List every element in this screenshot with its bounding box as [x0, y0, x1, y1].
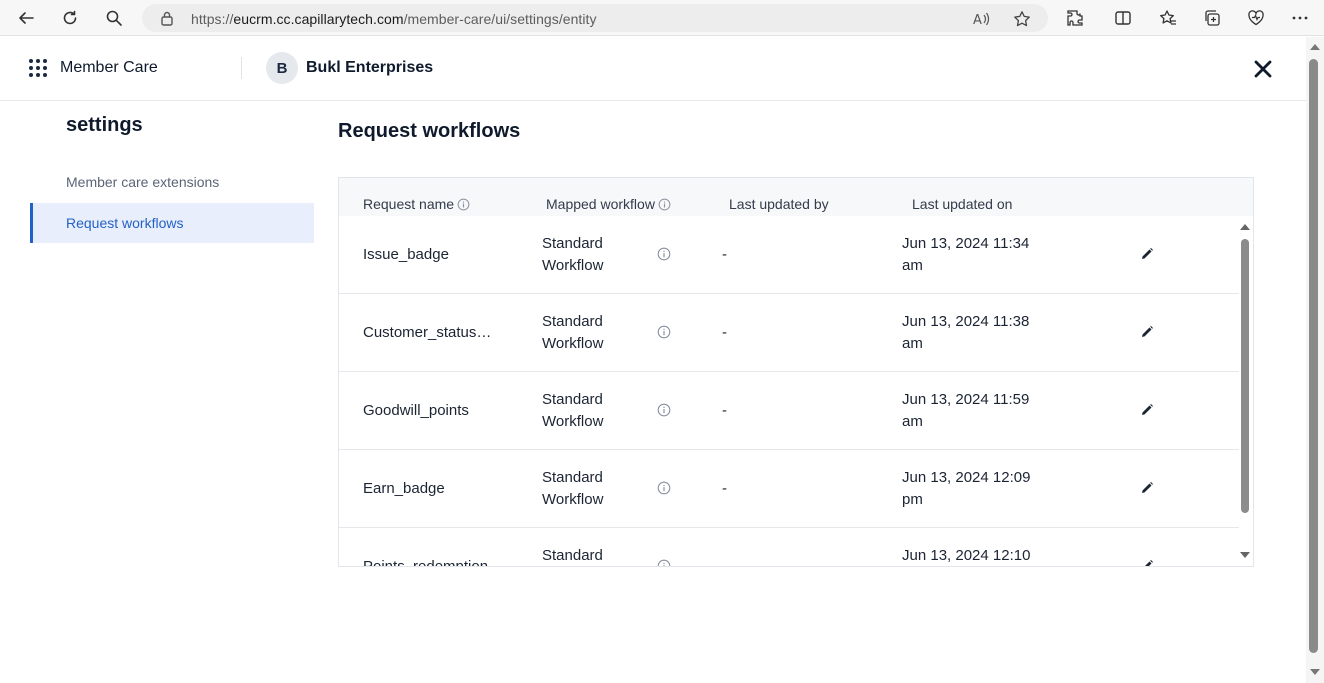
workflow-info-icon[interactable] [657, 481, 671, 495]
info-icon[interactable] [658, 198, 671, 211]
app-launcher-grid-icon[interactable] [29, 59, 47, 77]
column-header-label: Last updated on [912, 196, 1013, 212]
page-scrollbar-thumb[interactable] [1309, 59, 1318, 653]
column-header-mapped-workflow: Mapped workflow [546, 196, 671, 212]
table-scroll-down-arrow[interactable] [1240, 552, 1250, 558]
last-updated-on-cell: Jun 13, 2024 11:38 am [902, 313, 1030, 352]
table-row: Points_redemption Standard Workflow - Ju… [339, 528, 1239, 566]
table-row: Customer_status_... Standard Workflow - … [339, 294, 1239, 372]
back-icon[interactable] [14, 6, 38, 30]
workflow-info-icon[interactable] [657, 403, 671, 417]
edit-pencil-icon[interactable] [1140, 481, 1154, 495]
header-divider [241, 57, 242, 79]
sidebar-item-label: Request workflows [66, 215, 184, 231]
edit-pencil-icon[interactable] [1140, 325, 1154, 339]
page-scrollbar[interactable] [1306, 37, 1324, 683]
workflow-info-icon[interactable] [657, 247, 671, 261]
table-scroll-up-arrow[interactable] [1240, 224, 1250, 230]
close-icon[interactable] [1251, 57, 1275, 81]
last-updated-by-cell: - [722, 402, 727, 419]
url-host: eucrm.cc.capillarytech.com [233, 11, 404, 27]
address-bar[interactable]: https://eucrm.cc.capillarytech.com/membe… [142, 4, 1048, 32]
app-title: Member Care [60, 59, 158, 76]
last-updated-by-cell: - [722, 480, 727, 497]
browser-toolbar: https://eucrm.cc.capillarytech.com/membe… [0, 0, 1324, 36]
column-header-label: Request name [363, 196, 455, 212]
split-screen-icon[interactable] [1111, 6, 1135, 30]
request-name-cell: Points_redemption [363, 556, 495, 566]
table-row: Issue_badge Standard Workflow - Jun 13, … [339, 216, 1239, 294]
scroll-up-arrow[interactable] [1310, 44, 1320, 50]
workflows-table: Request name Mapped workflow Last update… [338, 177, 1254, 567]
last-updated-on-cell: Jun 13, 2024 11:59 am [902, 391, 1030, 430]
column-header-label: Last updated by [729, 196, 829, 212]
sidebar-item-member-care-extensions[interactable]: Member care extensions [30, 162, 314, 202]
request-name-cell: Issue_badge [363, 246, 449, 263]
sidebar-item-request-workflows[interactable]: Request workflows [30, 203, 314, 243]
browser-essentials-icon[interactable] [1244, 6, 1268, 30]
favorite-star-icon[interactable] [1013, 10, 1031, 28]
sidebar-item-label: Member care extensions [66, 174, 220, 190]
svg-text:A: A [973, 13, 982, 28]
url-path: /member-care/ui/settings/entity [403, 11, 597, 27]
column-header-label: Mapped workflow [546, 196, 655, 212]
scroll-down-arrow[interactable] [1310, 669, 1320, 675]
more-menu-icon[interactable] [1288, 6, 1312, 30]
column-header-request-name: Request name [363, 196, 470, 212]
last-updated-by-cell: - [722, 556, 727, 566]
table-scrollbar[interactable] [1239, 222, 1253, 566]
collections-icon[interactable] [1200, 6, 1224, 30]
extensions-icon[interactable] [1063, 6, 1087, 30]
mapped-workflow-cell: Standard Workflow [542, 547, 603, 564]
last-updated-by-cell: - [722, 324, 727, 341]
lock-icon [160, 10, 174, 31]
workflow-info-icon[interactable] [657, 325, 671, 339]
last-updated-on-cell: Jun 13, 2024 12:09 pm [902, 469, 1031, 508]
request-name-cell: Earn_badge [363, 480, 445, 497]
column-header-last-updated-on: Last updated on [912, 196, 1012, 212]
edit-pencil-icon[interactable] [1140, 403, 1154, 417]
last-updated-on-cell: Jun 13, 2024 12:10 pm [902, 547, 1031, 564]
edit-pencil-icon[interactable] [1140, 247, 1154, 261]
url-text: https://eucrm.cc.capillarytech.com/membe… [191, 11, 597, 27]
last-updated-by-cell: - [722, 246, 727, 263]
url-prefix: https:// [191, 11, 234, 27]
org-name[interactable]: Bukl Enterprises [306, 59, 433, 77]
table-row: Earn_badge Standard Workflow - Jun 13, 2… [339, 450, 1239, 528]
table-body: Issue_badge Standard Workflow - Jun 13, … [339, 216, 1239, 566]
edit-pencil-icon[interactable] [1140, 559, 1154, 566]
request-name-cell: Customer_status_... [363, 324, 495, 341]
workflow-info-icon[interactable] [657, 559, 671, 566]
column-header-last-updated-by: Last updated by [729, 196, 829, 212]
mapped-workflow-cell: Standard Workflow [542, 235, 604, 274]
table-scrollbar-thumb[interactable] [1241, 239, 1249, 513]
org-avatar[interactable]: B [266, 52, 298, 84]
favorites-icon[interactable] [1156, 6, 1180, 30]
mapped-workflow-cell: Standard Workflow [542, 469, 604, 508]
info-icon[interactable] [457, 198, 470, 211]
page-title: Request workflows [338, 120, 521, 142]
settings-heading: settings [66, 114, 143, 136]
app-header: Member Care B Bukl Enterprises [0, 37, 1306, 101]
table-header: Request name Mapped workflow Last update… [339, 178, 1253, 216]
table-row: Goodwill_points Standard Workflow - Jun … [339, 372, 1239, 450]
mapped-workflow-cell: Standard Workflow [542, 391, 604, 430]
last-updated-on-cell: Jun 13, 2024 11:34 am [902, 235, 1030, 274]
mapped-workflow-cell: Standard Workflow [542, 313, 604, 352]
search-icon[interactable] [102, 6, 126, 30]
read-aloud-icon[interactable]: A [972, 10, 990, 28]
refresh-icon[interactable] [58, 6, 82, 30]
request-name-cell: Goodwill_points [363, 402, 469, 419]
